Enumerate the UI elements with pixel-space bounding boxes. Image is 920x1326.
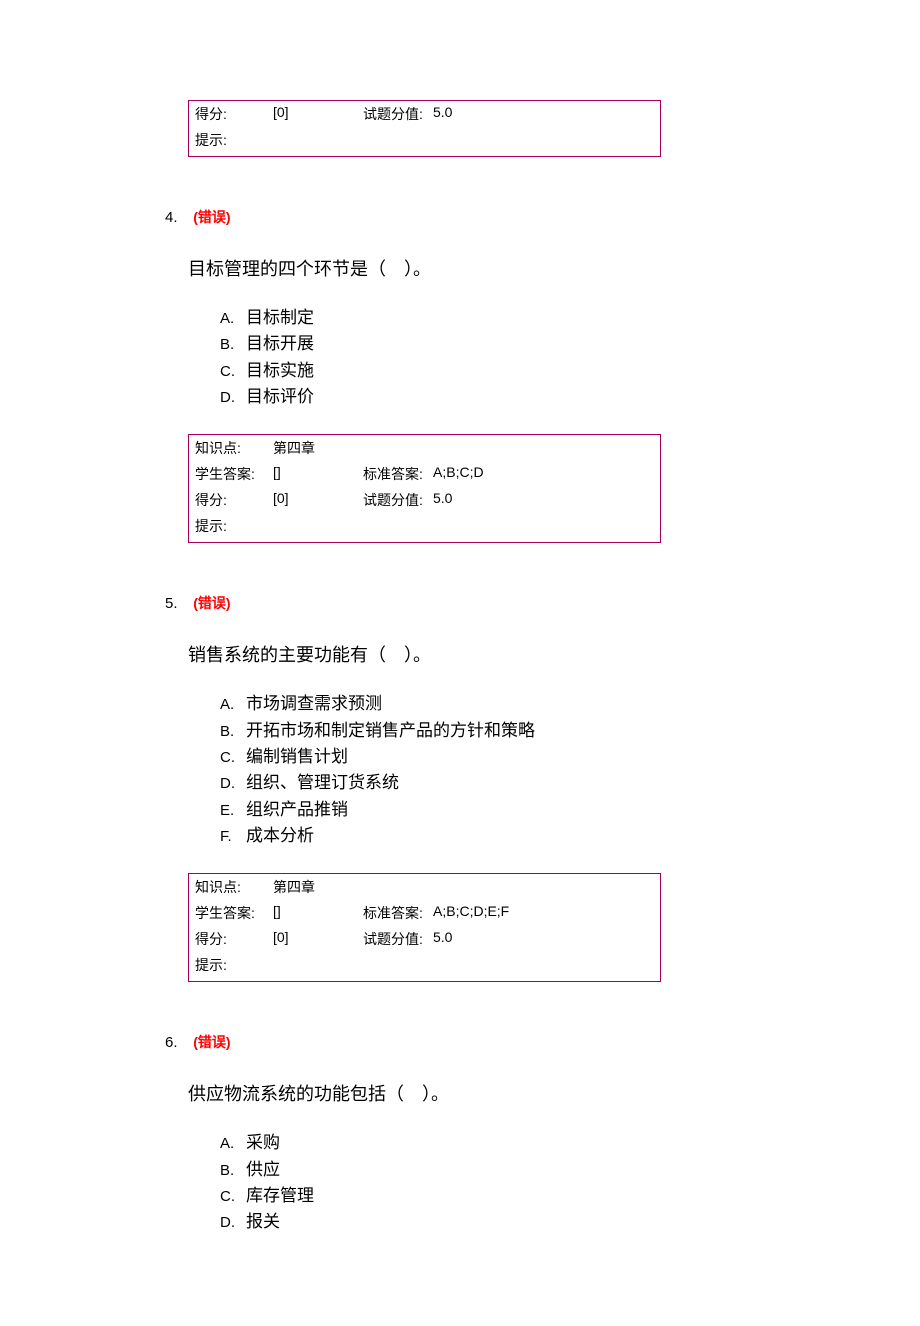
page-content: 得分: [0] 试题分值: 5.0 提示: 4. (错误) 目标管理的四个环节是… [0,0,920,1326]
student-answer-label: 学生答案: [195,464,273,484]
status-badge: (错误) [193,595,230,611]
option-a: A.市场调查需求预测 [220,691,840,717]
knowledge-value: 第四章 [273,877,363,897]
score-value: [0] [273,490,363,510]
question-number: 5. [165,595,178,612]
score-value: [0] [273,104,363,124]
option-d: D.组织、管理订货系统 [220,770,840,796]
standard-answer-label: 标准答案: [363,464,433,484]
hint-label: 提示: [195,130,273,150]
option-b: B.供应 [220,1157,840,1183]
option-e: E.组织产品推销 [220,797,840,823]
option-d: D.报关 [220,1209,840,1235]
options-list: A.目标制定 B.目标开展 C.目标实施 D.目标评价 [220,305,840,410]
question-stem: 供应物流系统的功能包括（ ）。 [188,1080,840,1106]
item-score-value: 5.0 [433,929,452,949]
standard-answer-label: 标准答案: [363,903,433,923]
item-score-label: 试题分值: [363,104,433,124]
question-number: 6. [165,1034,178,1051]
status-badge: (错误) [193,209,230,225]
answer-box-partial: 得分: [0] 试题分值: 5.0 提示: [188,100,661,157]
score-label: 得分: [195,929,273,949]
option-b: B.开拓市场和制定销售产品的方针和策略 [220,718,840,744]
item-score-value: 5.0 [433,490,452,510]
student-answer-value: [] [273,464,363,484]
item-score-label: 试题分值: [363,929,433,949]
option-f: F.成本分析 [220,823,840,849]
standard-answer-value: A;B;C;D [433,464,484,484]
question-5: 5. (错误) 销售系统的主要功能有（ ）。 A.市场调查需求预测 B.开拓市场… [80,593,840,982]
question-number: 4. [165,209,178,226]
option-a: A.目标制定 [220,305,840,331]
question-4: 4. (错误) 目标管理的四个环节是（ ）。 A.目标制定 B.目标开展 C.目… [80,207,840,543]
score-label: 得分: [195,104,273,124]
item-score-label: 试题分值: [363,490,433,510]
options-list: A.市场调查需求预测 B.开拓市场和制定销售产品的方针和策略 C.编制销售计划 … [220,691,840,849]
student-answer-label: 学生答案: [195,903,273,923]
answer-box: 知识点: 第四章 学生答案: [] 标准答案: A;B;C;D 得分: [0] … [188,434,661,543]
question-stem: 销售系统的主要功能有（ ）。 [188,641,840,667]
student-answer-value: [] [273,903,363,923]
knowledge-label: 知识点: [195,438,273,458]
question-stem: 目标管理的四个环节是（ ）。 [188,255,840,281]
knowledge-value: 第四章 [273,438,363,458]
hint-label: 提示: [195,516,273,536]
knowledge-label: 知识点: [195,877,273,897]
score-value: [0] [273,929,363,949]
option-c: C.目标实施 [220,358,840,384]
question-6: 6. (错误) 供应物流系统的功能包括（ ）。 A.采购 B.供应 C.库存管理… [80,1032,840,1235]
option-a: A.采购 [220,1130,840,1156]
answer-box: 知识点: 第四章 学生答案: [] 标准答案: A;B;C;D;E;F 得分: … [188,873,661,982]
option-c: C.库存管理 [220,1183,840,1209]
hint-label: 提示: [195,955,273,975]
option-b: B.目标开展 [220,331,840,357]
status-badge: (错误) [193,1034,230,1050]
score-label: 得分: [195,490,273,510]
standard-answer-value: A;B;C;D;E;F [433,903,509,923]
option-c: C.编制销售计划 [220,744,840,770]
options-list: A.采购 B.供应 C.库存管理 D.报关 [220,1130,840,1235]
option-d: D.目标评价 [220,384,840,410]
item-score-value: 5.0 [433,104,452,124]
